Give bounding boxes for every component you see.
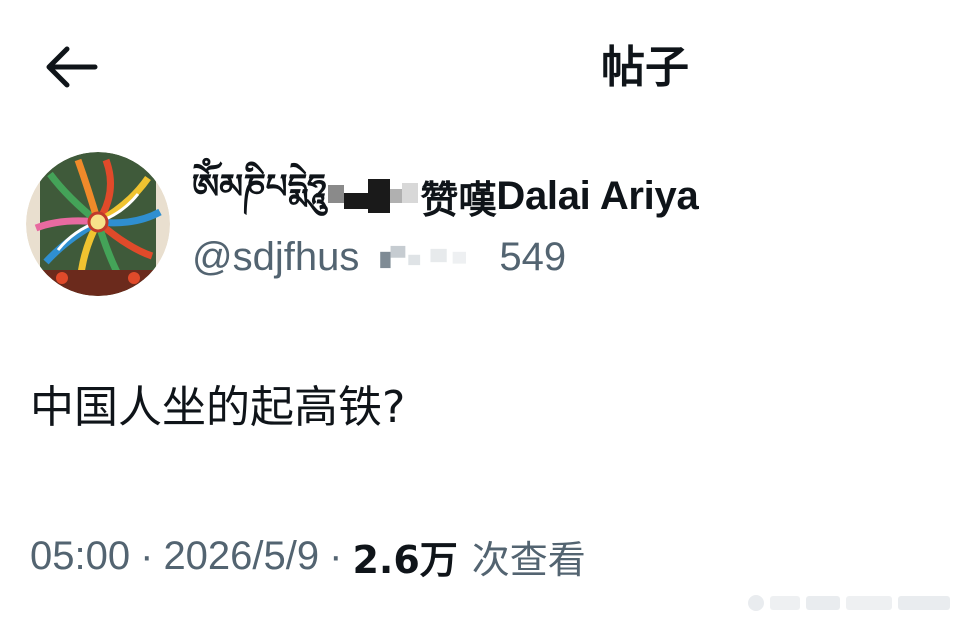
views-label: 次查看	[471, 537, 586, 582]
arrow-left-icon	[46, 46, 98, 88]
author-handle-prefix: @sdjfhus	[192, 234, 360, 279]
meta-separator: ·	[140, 533, 154, 578]
post-detail-page: 帖子 ཨོཾམཎིཔདྨེཧཱུ 赞嘆 Dalai Ariya @sdjfhus…	[0, 0, 964, 622]
top-app-bar: 帖子	[0, 0, 964, 120]
mandala-avatar	[26, 152, 170, 296]
author-name-row[interactable]: ཨོཾམཎིཔདྨེཧཱུ 赞嘆 Dalai Ariya	[192, 167, 699, 224]
redaction-mark	[328, 179, 419, 213]
views-count[interactable]: 2.6万	[352, 529, 457, 584]
page-title: 帖子	[601, 42, 689, 93]
redaction-mark-handle	[380, 245, 467, 269]
author-handle-suffix: 549	[499, 234, 567, 279]
back-button[interactable]	[40, 40, 102, 94]
author-display-name: Dalai Ariya	[496, 173, 699, 218]
post-text: 中国人坐的起高铁?	[30, 382, 406, 433]
post-date: 2026/5/9	[163, 533, 320, 578]
meta-separator: ·	[329, 533, 343, 578]
avatar[interactable]	[26, 152, 170, 296]
post-meta: 05:00 · 2026/5/9 · 2.6万 次查看	[30, 526, 586, 586]
author-name-cjk: 赞嘆	[420, 177, 497, 222]
watermark	[748, 595, 950, 611]
post-time: 05:00	[30, 533, 131, 578]
author-handle-row[interactable]: @sdjfhus 549	[192, 230, 566, 284]
